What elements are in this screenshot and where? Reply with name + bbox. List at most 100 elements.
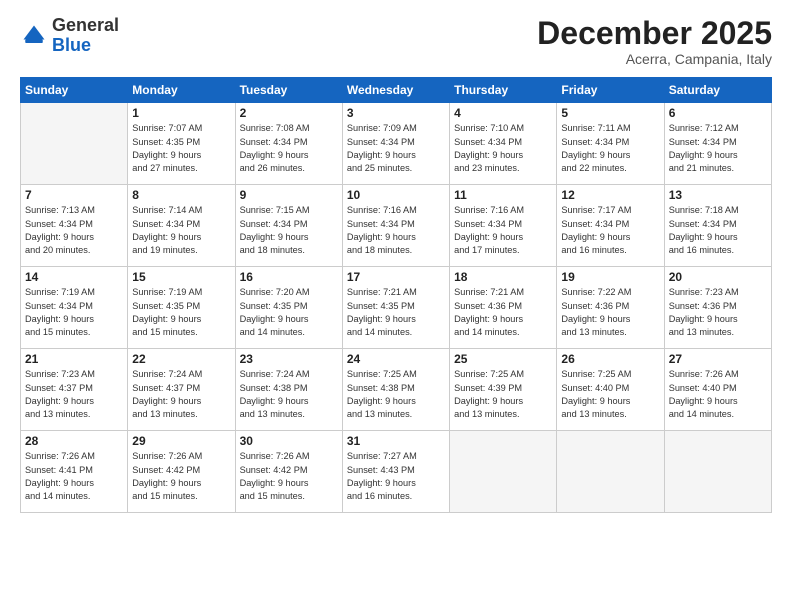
day-info: Sunrise: 7:11 AMSunset: 4:34 PMDaylight:… (561, 122, 659, 175)
day-number: 19 (561, 270, 659, 284)
day-info: Sunrise: 7:12 AMSunset: 4:34 PMDaylight:… (669, 122, 767, 175)
calendar-cell: 24 Sunrise: 7:25 AMSunset: 4:38 PMDayligh… (342, 349, 449, 431)
day-header-wednesday: Wednesday (342, 78, 449, 103)
calendar-cell: 20 Sunrise: 7:23 AMSunset: 4:36 PMDayligh… (664, 267, 771, 349)
calendar-cell: 31 Sunrise: 7:27 AMSunset: 4:43 PMDayligh… (342, 431, 449, 513)
week-row-0: 1 Sunrise: 7:07 AMSunset: 4:35 PMDaylight… (21, 103, 772, 185)
logo-icon (20, 22, 48, 50)
calendar-cell: 30Sunrise: 7:26 AMSunset: 4:42 PMDayligh… (235, 431, 342, 513)
calendar-cell: 27 Sunrise: 7:26 AMSunset: 4:40 PMDayligh… (664, 349, 771, 431)
day-number: 23 (240, 352, 338, 366)
calendar-cell: 8 Sunrise: 7:14 AMSunset: 4:34 PMDaylight… (128, 185, 235, 267)
day-number: 8 (132, 188, 230, 202)
day-number: 12 (561, 188, 659, 202)
day-info: Sunrise: 7:21 AMSunset: 4:36 PMDaylight:… (454, 286, 552, 339)
calendar-cell (557, 431, 664, 513)
calendar-cell: 28 Sunrise: 7:26 AMSunset: 4:41 PMDayligh… (21, 431, 128, 513)
calendar-cell: 22 Sunrise: 7:24 AMSunset: 4:37 PMDayligh… (128, 349, 235, 431)
calendar-cell: 23 Sunrise: 7:24 AMSunset: 4:38 PMDayligh… (235, 349, 342, 431)
day-info: Sunrise: 7:23 AMSunset: 4:37 PMDaylight:… (25, 368, 123, 421)
calendar-cell: 25 Sunrise: 7:25 AMSunset: 4:39 PMDayligh… (450, 349, 557, 431)
week-row-3: 21Sunrise: 7:23 AMSunset: 4:37 PMDayligh… (21, 349, 772, 431)
day-number: 24 (347, 352, 445, 366)
calendar-cell: 15Sunrise: 7:19 AMSunset: 4:35 PMDayligh… (128, 267, 235, 349)
day-number: 18 (454, 270, 552, 284)
day-number: 31 (347, 434, 445, 448)
day-info: Sunrise: 7:14 AMSunset: 4:34 PMDaylight:… (132, 204, 230, 257)
calendar-cell: 16Sunrise: 7:20 AMSunset: 4:35 PMDayligh… (235, 267, 342, 349)
day-info: Sunrise: 7:25 AMSunset: 4:39 PMDaylight:… (454, 368, 552, 421)
day-number: 14 (25, 270, 123, 284)
day-number: 27 (669, 352, 767, 366)
day-header-thursday: Thursday (450, 78, 557, 103)
day-number: 30 (240, 434, 338, 448)
week-row-2: 14 Sunrise: 7:19 AMSunset: 4:34 PMDayligh… (21, 267, 772, 349)
day-header-saturday: Saturday (664, 78, 771, 103)
day-info: Sunrise: 7:24 AMSunset: 4:37 PMDaylight:… (132, 368, 230, 421)
week-row-4: 28 Sunrise: 7:26 AMSunset: 4:41 PMDayligh… (21, 431, 772, 513)
calendar-cell: 12 Sunrise: 7:17 AMSunset: 4:34 PMDayligh… (557, 185, 664, 267)
calendar-cell: 14 Sunrise: 7:19 AMSunset: 4:34 PMDayligh… (21, 267, 128, 349)
calendar-cell: 17Sunrise: 7:21 AMSunset: 4:35 PMDayligh… (342, 267, 449, 349)
day-number: 17 (347, 270, 445, 284)
day-number: 9 (240, 188, 338, 202)
calendar-cell: 7Sunrise: 7:13 AMSunset: 4:34 PMDaylight… (21, 185, 128, 267)
day-info: Sunrise: 7:18 AMSunset: 4:34 PMDaylight:… (669, 204, 767, 257)
day-number: 13 (669, 188, 767, 202)
calendar-cell: 26 Sunrise: 7:25 AMSunset: 4:40 PMDayligh… (557, 349, 664, 431)
day-number: 11 (454, 188, 552, 202)
day-number: 10 (347, 188, 445, 202)
day-number: 22 (132, 352, 230, 366)
day-number: 16 (240, 270, 338, 284)
calendar-cell (664, 431, 771, 513)
day-info: Sunrise: 7:27 AMSunset: 4:43 PMDaylight:… (347, 450, 445, 503)
logo-general: General (52, 16, 119, 36)
week-row-1: 7Sunrise: 7:13 AMSunset: 4:34 PMDaylight… (21, 185, 772, 267)
calendar-cell: 19Sunrise: 7:22 AMSunset: 4:36 PMDayligh… (557, 267, 664, 349)
day-number: 20 (669, 270, 767, 284)
calendar-cell: 1 Sunrise: 7:07 AMSunset: 4:35 PMDaylight… (128, 103, 235, 185)
day-info: Sunrise: 7:23 AMSunset: 4:36 PMDaylight:… (669, 286, 767, 339)
calendar-cell: 5 Sunrise: 7:11 AMSunset: 4:34 PMDaylight… (557, 103, 664, 185)
calendar-cell: 18 Sunrise: 7:21 AMSunset: 4:36 PMDayligh… (450, 267, 557, 349)
day-info: Sunrise: 7:25 AMSunset: 4:40 PMDaylight:… (561, 368, 659, 421)
day-number: 1 (132, 106, 230, 120)
day-number: 25 (454, 352, 552, 366)
calendar-cell: 10 Sunrise: 7:16 AMSunset: 4:34 PMDayligh… (342, 185, 449, 267)
day-number: 2 (240, 106, 338, 120)
logo-blue: Blue (52, 36, 119, 56)
day-number: 28 (25, 434, 123, 448)
calendar-cell: 13 Sunrise: 7:18 AMSunset: 4:34 PMDayligh… (664, 185, 771, 267)
calendar-cell: 4Sunrise: 7:10 AMSunset: 4:34 PMDaylight… (450, 103, 557, 185)
day-number: 4 (454, 106, 552, 120)
day-number: 5 (561, 106, 659, 120)
days-header-row: SundayMondayTuesdayWednesdayThursdayFrid… (21, 78, 772, 103)
month-title: December 2025 (537, 16, 772, 51)
calendar-cell: 9 Sunrise: 7:15 AMSunset: 4:34 PMDaylight… (235, 185, 342, 267)
day-number: 7 (25, 188, 123, 202)
day-number: 29 (132, 434, 230, 448)
calendar-cell: 29Sunrise: 7:26 AMSunset: 4:42 PMDayligh… (128, 431, 235, 513)
day-info: Sunrise: 7:26 AMSunset: 4:41 PMDaylight:… (25, 450, 123, 503)
title-block: December 2025 Acerra, Campania, Italy (537, 16, 772, 67)
day-info: Sunrise: 7:19 AMSunset: 4:34 PMDaylight:… (25, 286, 123, 339)
page: General Blue December 2025 Acerra, Campa… (0, 0, 792, 612)
day-info: Sunrise: 7:09 AMSunset: 4:34 PMDaylight:… (347, 122, 445, 175)
calendar-table: SundayMondayTuesdayWednesdayThursdayFrid… (20, 77, 772, 513)
day-info: Sunrise: 7:15 AMSunset: 4:34 PMDaylight:… (240, 204, 338, 257)
day-number: 6 (669, 106, 767, 120)
day-info: Sunrise: 7:16 AMSunset: 4:34 PMDaylight:… (347, 204, 445, 257)
day-header-friday: Friday (557, 78, 664, 103)
calendar-cell (450, 431, 557, 513)
day-info: Sunrise: 7:26 AMSunset: 4:40 PMDaylight:… (669, 368, 767, 421)
location: Acerra, Campania, Italy (537, 51, 772, 67)
logo-text: General Blue (52, 16, 119, 56)
calendar-cell: 11Sunrise: 7:16 AMSunset: 4:34 PMDayligh… (450, 185, 557, 267)
day-info: Sunrise: 7:08 AMSunset: 4:34 PMDaylight:… (240, 122, 338, 175)
day-info: Sunrise: 7:24 AMSunset: 4:38 PMDaylight:… (240, 368, 338, 421)
day-info: Sunrise: 7:25 AMSunset: 4:38 PMDaylight:… (347, 368, 445, 421)
day-info: Sunrise: 7:07 AMSunset: 4:35 PMDaylight:… (132, 122, 230, 175)
day-number: 26 (561, 352, 659, 366)
day-header-sunday: Sunday (21, 78, 128, 103)
day-info: Sunrise: 7:17 AMSunset: 4:34 PMDaylight:… (561, 204, 659, 257)
